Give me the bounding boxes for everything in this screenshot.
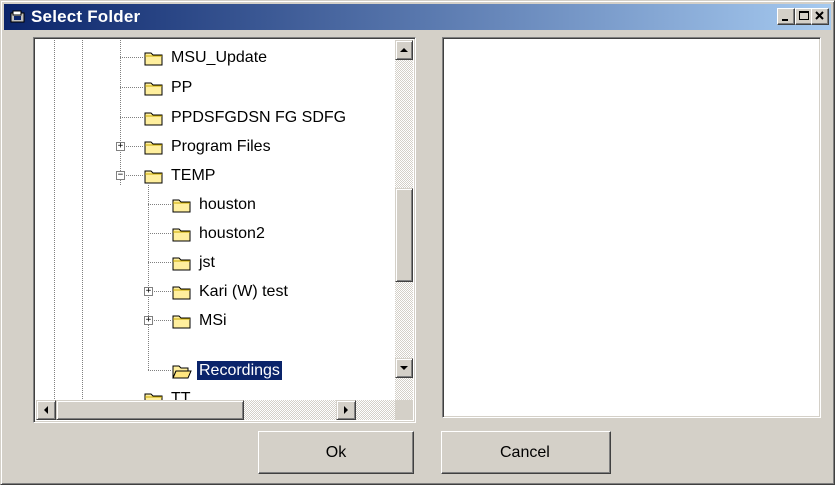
scroll-right-button[interactable] — [336, 400, 356, 420]
tree-item-label: PPDSFGDSN FG SDFG — [171, 109, 347, 126]
folder-icon — [144, 391, 164, 400]
tree-line — [148, 185, 149, 371]
expand-toggle[interactable]: + — [144, 316, 153, 325]
tree-item-label: Recordings — [196, 360, 283, 381]
tree-item-label: houston2 — [199, 225, 265, 242]
collapse-toggle[interactable]: − — [116, 171, 125, 180]
tree-item-label: Program Files — [171, 138, 271, 155]
horizontal-scrollbar[interactable] — [36, 400, 395, 420]
tree-item-selected[interactable]: Recordings — [172, 360, 283, 381]
scrollbar-corner — [395, 400, 413, 420]
tree-item[interactable]: TEMP — [144, 165, 217, 186]
tree-line — [148, 262, 172, 263]
open-folder-icon — [172, 363, 192, 379]
minimize-icon — [782, 19, 788, 21]
folder-icon — [172, 313, 192, 329]
tree-item[interactable]: PP — [144, 77, 194, 98]
close-button[interactable] — [811, 8, 829, 25]
vertical-scroll-thumb[interactable] — [395, 188, 413, 282]
tree-line — [148, 233, 172, 234]
folder-icon — [172, 284, 192, 300]
cancel-button[interactable]: Cancel — [441, 431, 611, 474]
arrow-up-icon — [400, 48, 408, 52]
arrow-left-icon — [44, 406, 48, 414]
tree-line — [82, 40, 83, 400]
window-title: Select Folder — [31, 7, 141, 26]
tree-item[interactable]: TT — [144, 388, 193, 400]
ok-button[interactable]: Ok — [258, 431, 414, 474]
tree-item[interactable]: Kari (W) test — [172, 281, 290, 302]
maximize-icon — [799, 11, 809, 20]
tree-item[interactable]: houston2 — [172, 223, 267, 244]
tree-line — [120, 87, 144, 88]
tree-line — [120, 40, 121, 185]
folder-icon — [144, 80, 164, 96]
tree-item[interactable]: houston — [172, 194, 258, 215]
folder-tree[interactable]: + − + + MSU_Update PP PPDSFGDSN FG SDFG … — [33, 37, 416, 423]
arrow-down-icon — [400, 366, 408, 370]
folder-icon — [172, 255, 192, 271]
expand-toggle[interactable]: + — [144, 287, 153, 296]
scroll-up-button[interactable] — [395, 40, 413, 60]
tree-line — [148, 204, 172, 205]
tree-item-label: jst — [199, 254, 215, 271]
title-bar[interactable]: Select Folder — [4, 4, 831, 30]
folder-tree-content: + − + + MSU_Update PP PPDSFGDSN FG SDFG … — [36, 40, 395, 400]
folder-icon — [144, 110, 164, 126]
scroll-left-button[interactable] — [36, 400, 56, 420]
tree-item-label: houston — [199, 196, 256, 213]
folder-icon — [144, 168, 164, 184]
horizontal-scroll-thumb[interactable] — [56, 400, 244, 420]
minimize-button[interactable] — [777, 8, 795, 25]
tree-line — [120, 117, 144, 118]
tree-item[interactable]: Program Files — [144, 136, 273, 157]
tree-line — [54, 40, 55, 400]
tree-item[interactable]: jst — [172, 252, 217, 273]
folder-icon — [172, 226, 192, 242]
tree-item-label: MSU_Update — [171, 49, 268, 66]
folder-window-icon — [10, 9, 26, 25]
close-icon — [815, 11, 824, 20]
tree-item-label: MSi — [199, 312, 227, 329]
tree-item-label: PP — [171, 79, 193, 96]
folder-icon — [144, 50, 164, 66]
select-folder-dialog: Select Folder + − + + MSU_Update PP PPDS… — [0, 0, 835, 485]
tree-item-label: Kari (W) test — [199, 283, 288, 300]
file-list[interactable] — [442, 37, 821, 418]
folder-icon — [144, 139, 164, 155]
tree-item[interactable]: MSU_Update — [144, 47, 269, 68]
scroll-down-button[interactable] — [395, 358, 413, 378]
vertical-scrollbar[interactable] — [395, 40, 413, 400]
arrow-right-icon — [344, 406, 348, 414]
tree-item[interactable]: MSi — [172, 310, 229, 331]
expand-toggle[interactable]: + — [116, 142, 125, 151]
tree-item[interactable]: PPDSFGDSN FG SDFG — [144, 107, 348, 128]
tree-line — [120, 57, 144, 58]
tree-item-label: TEMP — [171, 167, 216, 184]
folder-icon — [172, 197, 192, 213]
tree-item-label: TT — [171, 390, 191, 400]
tree-line — [148, 370, 172, 371]
